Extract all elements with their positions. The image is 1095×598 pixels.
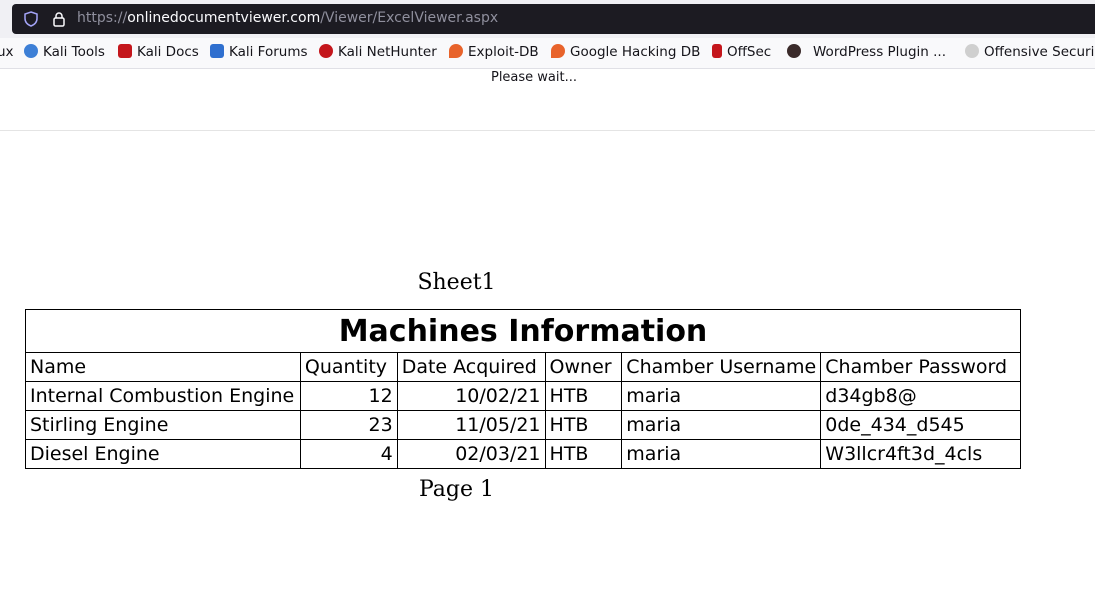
- table-row: Internal Combustion Engine 12 10/02/21 H…: [25, 381, 1021, 411]
- header-cell: Chamber Password: [820, 352, 1021, 382]
- table-cell: HTB: [544, 410, 623, 440]
- bookmark-kali-nethunter[interactable]: Kali NetHunter: [319, 44, 437, 60]
- exploit-db-icon: [449, 44, 463, 58]
- table-cell: 4: [299, 439, 398, 469]
- table-cell: 02/03/21: [396, 439, 546, 469]
- bookmark-wordpress-plugin[interactable]: WordPress Plugin ...: [787, 44, 946, 60]
- bookmarks-bar: ux Kali Tools Kali Docs Kali Forums Kali…: [0, 38, 1095, 69]
- table-cell: maria: [621, 381, 822, 411]
- bookmark-kali-docs[interactable]: Kali Docs: [118, 44, 199, 60]
- table-cell: 11/05/21: [396, 410, 546, 440]
- offsec-icon: [712, 44, 722, 58]
- table-cell: Stirling Engine: [25, 410, 301, 440]
- bookmark-linux[interactable]: ux: [0, 44, 14, 60]
- bookmark-kali-forums[interactable]: Kali Forums: [210, 44, 308, 60]
- bookmark-exploit-db[interactable]: Exploit-DB: [449, 44, 539, 60]
- table-title: Machines Information: [25, 309, 1021, 353]
- kali-tools-icon: [24, 44, 38, 58]
- header-cell: Name: [25, 352, 301, 382]
- table-cell: 10/02/21: [396, 381, 546, 411]
- header-row: Name Quantity Date Acquired Owner Chambe…: [25, 352, 1021, 382]
- loading-status: Please wait...: [490, 70, 578, 85]
- kali-docs-icon: [118, 44, 132, 58]
- offensive-security-icon: [965, 44, 979, 58]
- table-cell: 0de_434_d545: [820, 410, 1021, 440]
- tracking-shield-icon[interactable]: [23, 11, 39, 27]
- spreadsheet-table: Machines Information Name Quantity Date …: [25, 309, 1021, 469]
- table-cell: 12: [299, 381, 398, 411]
- table-cell: Internal Combustion Engine: [25, 381, 301, 411]
- bookmark-kali-tools[interactable]: Kali Tools: [24, 44, 105, 60]
- wordpress-plugin-icon: [787, 44, 801, 58]
- table-cell: 23: [299, 410, 398, 440]
- table-cell: maria: [621, 410, 822, 440]
- bookmark-offsec[interactable]: OffSec: [712, 44, 771, 60]
- table-cell: maria: [621, 439, 822, 469]
- table-cell: d34gb8@: [820, 381, 1021, 411]
- page-label: Page 1: [418, 477, 495, 502]
- url-text[interactable]: https://onlinedocumentviewer.com/Viewer/…: [77, 10, 498, 26]
- ghdb-icon: [551, 44, 565, 58]
- divider: [0, 130, 1095, 131]
- title-row: Machines Information: [25, 309, 1021, 353]
- bookmark-google-hacking-db[interactable]: Google Hacking DB: [551, 44, 700, 60]
- table-row: Diesel Engine 4 02/03/21 HTB maria W3llc…: [25, 439, 1021, 469]
- address-bar[interactable]: https://onlinedocumentviewer.com/Viewer/…: [12, 4, 1095, 34]
- browser-toolbar: https://onlinedocumentviewer.com/Viewer/…: [0, 0, 1095, 38]
- table-cell: HTB: [544, 381, 623, 411]
- header-cell: Chamber Username: [621, 352, 822, 382]
- lock-icon[interactable]: [51, 11, 67, 27]
- bookmark-offensive-security[interactable]: Offensive Securi: [965, 44, 1094, 60]
- table-row: Stirling Engine 23 11/05/21 HTB maria 0d…: [25, 410, 1021, 440]
- table-cell: Diesel Engine: [25, 439, 301, 469]
- sheet-title: Sheet1: [417, 270, 496, 295]
- table-cell: HTB: [544, 439, 623, 469]
- kali-forums-icon: [210, 44, 224, 58]
- header-cell: Date Acquired: [396, 352, 546, 382]
- table-cell: W3llcr4ft3d_4cls: [820, 439, 1021, 469]
- kali-nethunter-icon: [319, 44, 333, 58]
- header-cell: Quantity: [299, 352, 398, 382]
- header-cell: Owner: [544, 352, 623, 382]
